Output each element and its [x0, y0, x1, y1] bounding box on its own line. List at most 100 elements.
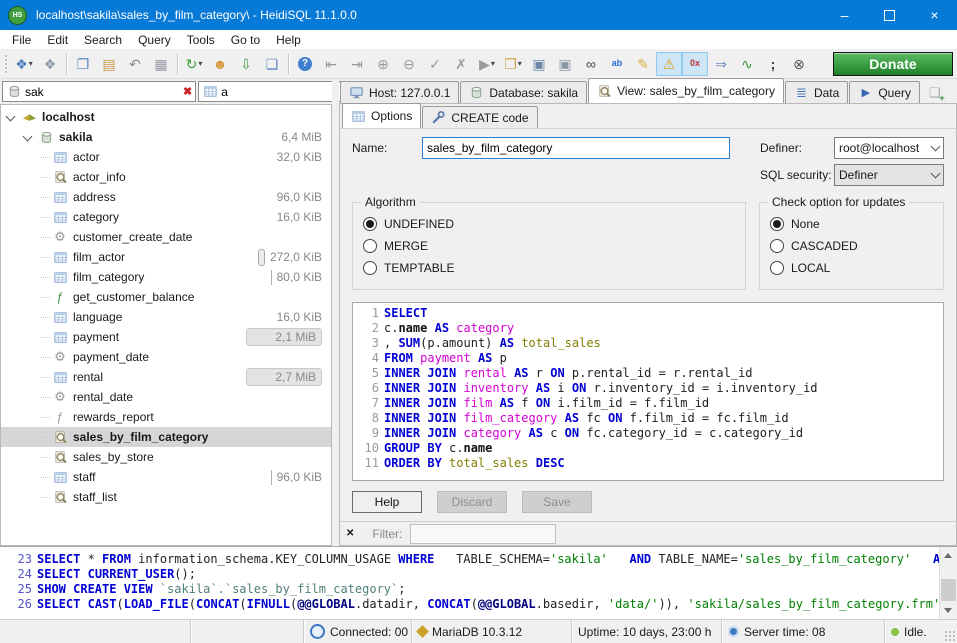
menu-help[interactable]: Help [268, 30, 309, 49]
undo-button[interactable]: ↶ [122, 52, 148, 76]
sql-security-combo[interactable]: Definer [834, 164, 944, 186]
post-changes-button[interactable]: ✓ [422, 52, 448, 76]
tree-item-staff-list[interactable]: staff_list [1, 487, 331, 507]
scroll-down-icon[interactable] [944, 608, 952, 613]
tree-item-language[interactable]: language16,0 KiB [1, 307, 331, 327]
definer-combo[interactable]: root@localhost [834, 137, 944, 159]
save-data-button[interactable]: ❏ [259, 52, 285, 76]
bind-parameters-button[interactable]: ∿ [734, 52, 760, 76]
tree-item-rental[interactable]: rental2,7 MiB [1, 367, 331, 387]
tree-item-sales-by-store[interactable]: sales_by_store [1, 447, 331, 467]
tree-item-film-actor[interactable]: film_actor272,0 KiB [1, 247, 331, 267]
load-sql-file-button[interactable]: ❒▾ [500, 52, 526, 76]
replace-text-button[interactable]: ab [604, 52, 630, 76]
tab-data[interactable]: ≣Data [785, 81, 848, 103]
check-option-option-none[interactable]: None [770, 213, 933, 235]
filter-input[interactable] [410, 524, 556, 544]
toolbar-grip[interactable] [4, 54, 9, 74]
print-button[interactable]: ▦ [148, 52, 174, 76]
check-option-option-cascaded[interactable]: CASCADED [770, 235, 933, 257]
tree-item-customer-create-date[interactable]: ⚙customer_create_date [1, 227, 331, 247]
sql-editor[interactable]: 1SELECT2c.name AS category3, SUM(p.amoun… [352, 302, 944, 481]
delimiter-button[interactable]: ; [760, 52, 786, 76]
panel-splitter[interactable] [332, 79, 339, 546]
export-database-button[interactable]: ⇩ [233, 52, 259, 76]
expanded-chevron-icon[interactable] [6, 111, 16, 121]
menu-file[interactable]: File [4, 30, 39, 49]
donate-button[interactable]: Donate [833, 52, 953, 76]
size-bar [271, 470, 272, 485]
minimize-button[interactable]: – [822, 0, 867, 30]
tree-item-film-category[interactable]: film_category80,0 KiB [1, 267, 331, 287]
last-record-button[interactable]: ⇥ [344, 52, 370, 76]
tree-item-sales-by-film-category[interactable]: sales_by_film_category [1, 427, 331, 447]
tree-item-actor-info[interactable]: actor_info [1, 167, 331, 187]
maximize-button[interactable] [867, 0, 912, 30]
resize-grip[interactable] [944, 630, 955, 641]
find-text-button[interactable]: ∞ [578, 52, 604, 76]
menu-edit[interactable]: Edit [39, 30, 76, 49]
algorithm-option-temptable[interactable]: TEMPTABLE [363, 257, 735, 279]
subtab-create-code[interactable]: CREATE code [422, 106, 537, 128]
radio-label: None [791, 217, 820, 231]
menu-search[interactable]: Search [76, 30, 130, 49]
tree-item-localhost[interactable]: localhost [1, 107, 331, 127]
tree-guide [41, 437, 50, 438]
tree-item-get-customer-balance[interactable]: ƒget_customer_balance [1, 287, 331, 307]
insert-row-button[interactable]: ⊕ [370, 52, 396, 76]
log-scrollbar[interactable] [939, 547, 957, 619]
tab-database-sakila[interactable]: Database: sakila [460, 81, 587, 103]
check-option-option-local[interactable]: LOCAL [770, 257, 933, 279]
tree-item-label: payment_date [73, 350, 149, 364]
tab-host-127-0-0-1[interactable]: Host: 127.0.0.1 [340, 81, 459, 103]
refresh-button[interactable]: ↻▾ [181, 52, 207, 76]
stop-on-errors-button[interactable]: ⚠ [656, 52, 682, 76]
cancel-running-button[interactable]: ⊗ [786, 52, 812, 76]
name-label: Name: [352, 137, 422, 186]
tree-item-staff[interactable]: staff96,0 KiB [1, 467, 331, 487]
paste-button[interactable]: ▤ [96, 52, 122, 76]
close-filter-icon[interactable]: ✕ [346, 528, 354, 539]
algorithm-option-undefined[interactable]: UNDEFINED [363, 213, 735, 235]
menu-tools[interactable]: Tools [179, 30, 223, 49]
tree-item-payment[interactable]: payment2,1 MiB [1, 327, 331, 347]
subtab-options[interactable]: Options [342, 103, 421, 128]
disconnect-button[interactable]: ❖ [37, 52, 63, 76]
menu-go-to[interactable]: Go to [223, 30, 268, 49]
reformat-sql-button[interactable]: ✎ [630, 52, 656, 76]
menu-query[interactable]: Query [130, 30, 179, 49]
view-name-input[interactable] [422, 137, 730, 159]
save-sql-as-button[interactable]: ▣ [552, 52, 578, 76]
session-manager-button[interactable]: ❖▾ [11, 52, 37, 76]
tree-item-sakila[interactable]: sakila6,4 MiB [1, 127, 331, 147]
copy-button[interactable]: ❐ [70, 52, 96, 76]
sql-security-value: Definer [839, 168, 928, 182]
database-filter-input[interactable] [25, 85, 180, 99]
user-manager-button[interactable]: ☻ [207, 52, 233, 76]
new-query-tab-button[interactable]: ❏+ [925, 83, 945, 103]
tree-item-payment-date[interactable]: ⚙payment_date [1, 347, 331, 367]
delete-row-button[interactable]: ⊖ [396, 52, 422, 76]
tree-item-actor[interactable]: actor32,0 KiB [1, 147, 331, 167]
run-query-button[interactable]: ▶▾ [474, 52, 500, 76]
tab-view-sales-by-film-category[interactable]: View: sales_by_film_category [588, 78, 784, 103]
view-blob-as-hex-button[interactable]: 0x [682, 52, 708, 76]
scrollbar-thumb[interactable] [941, 579, 956, 601]
sql-line: 3, SUM(p.amount) AS total_sales [353, 336, 943, 351]
algorithm-option-merge[interactable]: MERGE [363, 235, 735, 257]
tree-item-rental-date[interactable]: ⚙rental_date [1, 387, 331, 407]
close-button[interactable]: × [912, 0, 957, 30]
tree-item-address[interactable]: address96,0 KiB [1, 187, 331, 207]
help-button[interactable]: ? [292, 52, 318, 76]
next-tab-button[interactable]: ⇒ [708, 52, 734, 76]
clear-filter-icon[interactable]: ✖ [183, 85, 192, 98]
first-record-button[interactable]: ⇤ [318, 52, 344, 76]
tab-query[interactable]: ▶Query [849, 81, 920, 103]
expanded-chevron-icon[interactable] [23, 131, 33, 141]
tree-item-category[interactable]: category16,0 KiB [1, 207, 331, 227]
scroll-up-icon[interactable] [944, 553, 952, 558]
tree-item-rewards-report[interactable]: ƒrewards_report [1, 407, 331, 427]
cancel-editing-button[interactable]: ✗ [448, 52, 474, 76]
save-sql-button[interactable]: ▣ [526, 52, 552, 76]
help-button[interactable]: Help [352, 491, 422, 513]
